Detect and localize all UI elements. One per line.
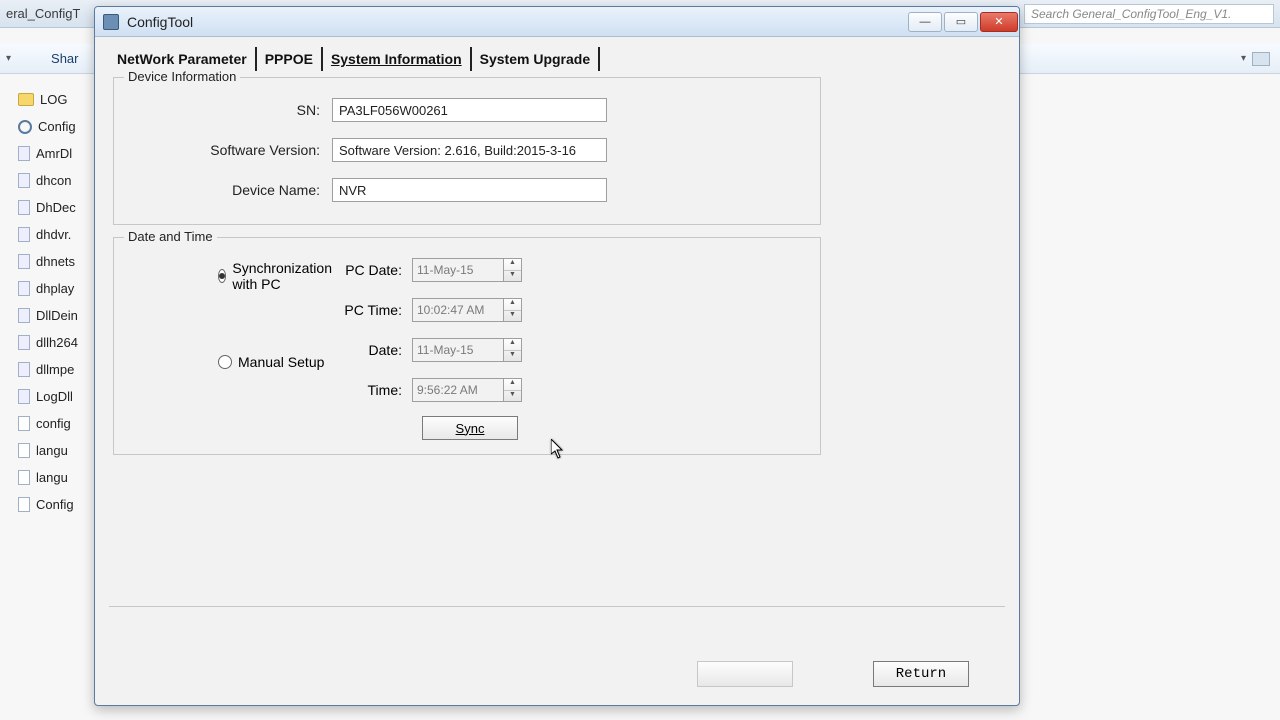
toolbar-share[interactable]: Shar (51, 51, 78, 66)
file-item[interactable]: dhnets (18, 248, 93, 275)
file-item[interactable]: Config (18, 113, 93, 140)
view-dropdown-icon[interactable]: ▾ (1241, 53, 1246, 64)
dll-icon (18, 308, 30, 323)
minimize-button[interactable]: — (908, 12, 942, 32)
file-item[interactable]: langu (18, 437, 93, 464)
swver-field[interactable] (332, 138, 607, 162)
tab-bar: NetWork ParameterPPPOESystem Information… (95, 37, 1019, 71)
file-item[interactable]: langu (18, 464, 93, 491)
file-item[interactable]: dhdvr. (18, 221, 93, 248)
pc-time-spinner[interactable]: ▲▼ (504, 298, 522, 322)
dll-icon (18, 146, 30, 161)
pc-date-spinner[interactable]: ▲▼ (504, 258, 522, 282)
file-item[interactable]: LOG (18, 86, 93, 113)
folder-icon (18, 93, 34, 106)
tab-system-information[interactable]: System Information (323, 47, 472, 71)
datetime-fieldset: Date and Time Synchronization with PC Ma… (113, 237, 821, 455)
datetime-legend: Date and Time (124, 229, 217, 244)
tab-system-upgrade[interactable]: System Upgrade (472, 47, 600, 71)
radio-manual[interactable] (218, 355, 232, 369)
dll-icon (18, 173, 30, 188)
file-name: LogDll (36, 389, 73, 404)
time-spinner[interactable]: ▲▼ (504, 378, 522, 402)
explorer-search-input[interactable]: Search General_ConfigTool_Eng_V1. (1024, 4, 1274, 24)
radio-sync-label: Synchronization with PC (232, 260, 332, 292)
file-icon (18, 416, 30, 431)
maximize-button[interactable]: ▭ (944, 12, 978, 32)
tab-pppoe[interactable]: PPPOE (257, 47, 323, 71)
file-name: Config (38, 119, 76, 134)
file-item[interactable]: DhDec (18, 194, 93, 221)
dll-icon (18, 200, 30, 215)
dname-field[interactable] (332, 178, 607, 202)
file-item[interactable]: dhplay (18, 275, 93, 302)
file-icon (18, 470, 30, 485)
file-name: DhDec (36, 200, 76, 215)
file-item[interactable]: config (18, 410, 93, 437)
apply-button[interactable] (697, 661, 793, 687)
configtool-titlebar[interactable]: ConfigTool — ▭ ✕ (95, 7, 1019, 37)
configtool-window: ConfigTool — ▭ ✕ NetWork ParameterPPPOES… (94, 6, 1020, 706)
file-name: config (36, 416, 71, 431)
date-label: Date: (332, 342, 412, 358)
return-button[interactable]: Return (873, 661, 969, 687)
file-name: dhdvr. (36, 227, 71, 242)
radio-manual-label: Manual Setup (238, 354, 324, 370)
file-item[interactable]: DllDein (18, 302, 93, 329)
close-button[interactable]: ✕ (980, 12, 1018, 32)
file-icon (18, 497, 30, 512)
file-item[interactable]: LogDll (18, 383, 93, 410)
pc-time-field[interactable] (412, 298, 504, 322)
file-name: langu (36, 470, 68, 485)
file-icon (18, 443, 30, 458)
tab-body: Device Information SN: Software Version:… (109, 77, 1005, 607)
file-name: dhnets (36, 254, 75, 269)
date-spinner[interactable]: ▲▼ (504, 338, 522, 362)
file-item[interactable]: dhcon (18, 167, 93, 194)
dname-label: Device Name: (132, 182, 332, 198)
device-info-fieldset: Device Information SN: Software Version:… (113, 77, 821, 225)
view-mode-icon[interactable] (1252, 52, 1270, 66)
file-name: langu (36, 443, 68, 458)
app-icon (103, 14, 119, 30)
sync-button[interactable]: Sync (422, 416, 518, 440)
file-name: dllmpe (36, 362, 74, 377)
file-item[interactable]: AmrDl (18, 140, 93, 167)
device-info-legend: Device Information (124, 69, 240, 84)
dll-icon (18, 227, 30, 242)
file-item[interactable]: dllh264 (18, 329, 93, 356)
file-name: dllh264 (36, 335, 78, 350)
radio-sync-pc[interactable] (218, 269, 226, 283)
tab-network-parameter[interactable]: NetWork Parameter (109, 47, 257, 71)
sn-label: SN: (132, 102, 332, 118)
file-item[interactable]: dllmpe (18, 356, 93, 383)
file-name: AmrDl (36, 146, 72, 161)
dll-icon (18, 362, 30, 377)
file-name: DllDein (36, 308, 78, 323)
pc-date-field[interactable] (412, 258, 504, 282)
dll-icon (18, 254, 30, 269)
explorer-file-list: LOG Config AmrDl dhcon DhDec dhdvr. dhnets dhpl… (18, 86, 93, 518)
dll-icon (18, 389, 30, 404)
time-field[interactable] (412, 378, 504, 402)
file-name: Config (36, 497, 74, 512)
pc-date-label: PC Date: (332, 262, 412, 278)
window-title: ConfigTool (127, 14, 899, 30)
file-name: LOG (40, 92, 67, 107)
swver-label: Software Version: (132, 142, 332, 158)
pc-time-label: PC Time: (332, 302, 412, 318)
file-name: dhcon (36, 173, 71, 188)
explorer-title-partial: eral_ConfigT (0, 6, 80, 21)
file-name: dhplay (36, 281, 74, 296)
gear-icon (18, 120, 32, 134)
sn-field[interactable] (332, 98, 607, 122)
dll-icon (18, 335, 30, 350)
date-field[interactable] (412, 338, 504, 362)
dll-icon (18, 281, 30, 296)
dropdown-icon[interactable]: ▾ (6, 53, 11, 64)
file-item[interactable]: Config (18, 491, 93, 518)
time-label: Time: (332, 382, 412, 398)
